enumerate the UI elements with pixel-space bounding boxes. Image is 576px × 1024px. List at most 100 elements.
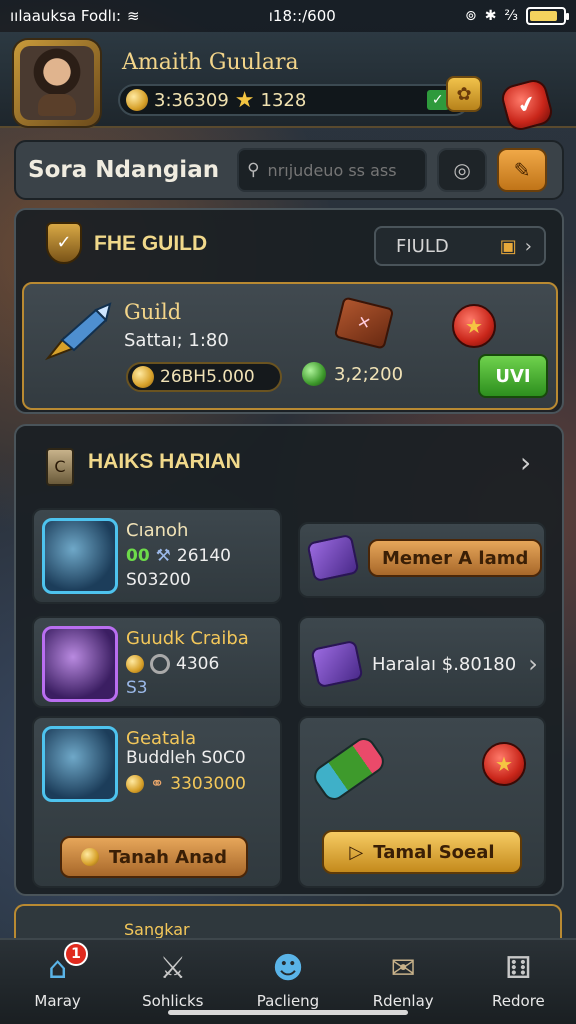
nav-label: Sohlicks — [142, 992, 204, 1010]
tile-reward: 3303000 — [170, 774, 246, 794]
tile-value: Buddleh S0C0 — [126, 748, 246, 768]
guild-panel: ✓ FHE GUILD FIULD ▣ › Guild Sattaı; 1:80… — [14, 208, 564, 414]
hammer-icon: ⚒ — [155, 546, 171, 566]
nav-label: Redore — [492, 992, 545, 1010]
player-name: Amaith Guulara — [122, 50, 299, 75]
pencil-icon: ✎ — [513, 158, 531, 182]
side-item-label: Memer A lamd — [368, 539, 543, 577]
nav-label: Rdenlay — [372, 992, 434, 1010]
status-right: ⊚ ✱ ⅔ — [464, 7, 569, 25]
tile-level: 00 — [126, 546, 150, 566]
coin-icon — [126, 655, 144, 673]
guild-gems: 3,2;200 — [334, 363, 404, 385]
star-icon: ★ — [234, 87, 255, 113]
carrier-name: ıılaauksa Fodlı: — [10, 7, 122, 25]
guild-panel-head: ✓ FHE GUILD FIULD ▣ › — [16, 210, 562, 280]
reward-card[interactable]: ★ ▷ Tamal Soeal — [298, 716, 546, 888]
guild-coin-pill: 26BH5.000 — [126, 362, 282, 392]
alarm-icon: ⊚ — [464, 8, 477, 24]
missions-title: HAIKS HARIAN — [88, 450, 241, 473]
currency-bar[interactable]: 3:36309 ★ 1328 ✓ › — [118, 84, 470, 116]
ring-icon — [150, 654, 170, 674]
page-title: Sora Ndangian — [28, 157, 220, 183]
swords-icon: ⚔ — [159, 950, 187, 986]
tile-line: S03200 — [126, 570, 191, 590]
player-header: Amaith Guulara 3:36309 ★ 1328 ✓ › ✿ ✔ — [0, 32, 576, 134]
card-icon — [306, 533, 360, 583]
mission-tile[interactable]: Guudk Craiba 4306 S3 — [32, 616, 282, 708]
nav-item-store[interactable]: ⚅ Redore — [461, 940, 576, 1024]
armor-icon — [42, 626, 118, 702]
tile-title: Cıanoh — [126, 520, 189, 541]
emblem-icon: ✔ — [514, 90, 540, 120]
tile-title: Geatala — [126, 728, 197, 749]
side-item-card[interactable]: Haralaı $.80180 › — [298, 616, 546, 708]
action-right-label: Tamal Soeal — [373, 841, 495, 863]
join-button[interactable]: UVI — [478, 354, 548, 398]
ticket-icon: ✕ — [333, 296, 395, 350]
nav-item-home[interactable]: ⌂ 1 Maray — [0, 940, 115, 1024]
target-icon: ◎ — [453, 158, 471, 182]
rocket-icon — [309, 733, 389, 805]
guild-card[interactable]: Guild Sattaı; 1:80 26BH5.000 3,2;200 ✕ ★… — [22, 282, 558, 410]
guild-section-title: FHE GUILD — [94, 232, 208, 255]
tile-title: Guudk Craiba — [126, 628, 249, 649]
avatar-frame[interactable] — [14, 40, 100, 126]
chevron-right-icon: › — [528, 650, 538, 678]
spear-icon — [44, 302, 112, 361]
home-indicator[interactable] — [168, 1010, 408, 1015]
mission-tile[interactable]: Geatala Buddleh S0C0 ⚭ 3303000 Tanah Ana… — [32, 716, 282, 888]
link-icon: ⚭ — [150, 774, 165, 794]
status-left: ıılaauksa Fodlı: ≋ — [10, 7, 140, 25]
search-input[interactable] — [267, 160, 418, 180]
mask-icon: ☻ — [272, 950, 304, 986]
gem-icon — [302, 362, 326, 386]
tile-line: S3 — [126, 678, 148, 698]
scroll-card-icon — [310, 639, 364, 689]
field-label: FIULD — [396, 235, 449, 257]
banner-icon: C — [46, 448, 74, 486]
tile-line: 4306 — [126, 654, 219, 674]
star-count: 1328 — [260, 89, 307, 111]
tile-reward: S03200 — [126, 570, 191, 590]
coin-icon — [132, 366, 154, 388]
gift-button[interactable]: ✿ — [446, 76, 482, 112]
tile-line: Buddleh S0C0 — [126, 748, 246, 768]
crystal-icon — [42, 726, 118, 802]
edit-button[interactable]: ✎ — [497, 148, 548, 192]
scroll-icon: ✉ — [390, 950, 416, 986]
shield-icon: ✓ — [46, 222, 82, 264]
field-button[interactable]: FIULD ▣ › — [374, 226, 546, 266]
robot-icon — [42, 518, 118, 594]
notification-badge: 1 — [64, 942, 88, 966]
tile-value: 4306 — [176, 654, 220, 674]
missions-panel: C HAIKS HARIAN › Cıanoh 00 ⚒ 26140 S0320… — [14, 424, 564, 896]
chevron-right-icon[interactable]: › — [520, 446, 531, 479]
action-left-label: Tanah Anad — [109, 846, 227, 868]
filter-button[interactable]: ◎ — [437, 148, 488, 192]
coin-icon — [126, 89, 148, 111]
notification-emblem[interactable]: ✔ — [498, 76, 556, 134]
search-row: Sora Ndangian ⚲ ◎ ✎ — [14, 140, 564, 200]
side-item-card[interactable]: Memer A lamd — [298, 522, 546, 598]
search-icon: ⚲ — [247, 160, 260, 180]
side-item: Haralaı $.80180 › — [310, 639, 538, 689]
side-item-label: Haralaı $.80180 — [372, 653, 517, 675]
coin-icon — [126, 775, 144, 793]
star-medal-icon: ★ — [452, 304, 496, 348]
action-left-button[interactable]: Tanah Anad — [60, 836, 248, 878]
play-icon: ▷ — [349, 841, 364, 863]
search-field[interactable]: ⚲ — [237, 148, 428, 192]
nav-label: Maray — [34, 992, 81, 1010]
coin-icon — [81, 848, 100, 866]
coin-count: 3:36309 — [154, 89, 229, 111]
side-item: Memer A lamd — [306, 533, 543, 583]
guild-name: Guild — [124, 300, 182, 324]
action-right-button[interactable]: ▷ Tamal Soeal — [322, 830, 522, 874]
status-bar: ıılaauksa Fodlı: ≋ ı18::/600 ⊚ ✱ ⅔ — [0, 0, 576, 32]
mission-tile[interactable]: Cıanoh 00 ⚒ 26140 S03200 — [32, 508, 282, 604]
nav-label: Paclieng — [256, 992, 320, 1010]
dice-icon: ⚅ — [505, 950, 532, 986]
guild-coins: 26BH5.000 — [160, 367, 255, 387]
guild-status: Sattaı; 1:80 — [124, 330, 229, 351]
